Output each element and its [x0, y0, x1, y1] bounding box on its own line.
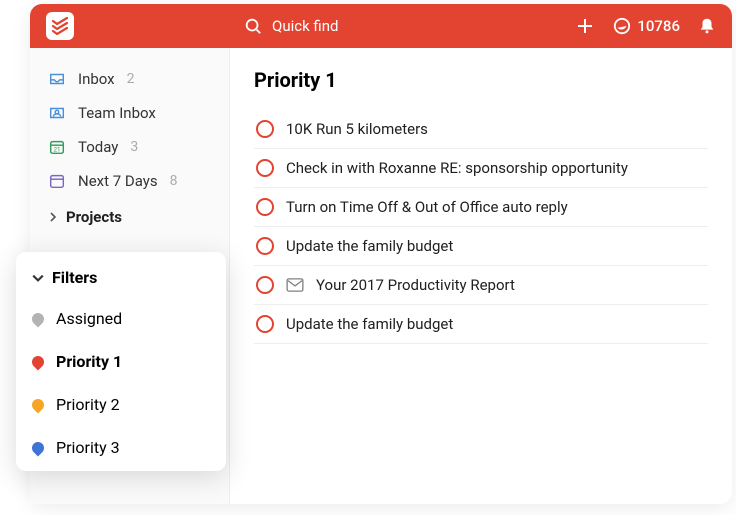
quick-find-placeholder: Quick find [272, 17, 338, 35]
sidebar-item-label: Inbox [78, 70, 115, 88]
filter-label: Assigned [56, 309, 122, 328]
filter-label: Priority 3 [56, 438, 120, 457]
calendar-icon [48, 172, 66, 190]
sidebar-item-today[interactable]: 21 Today 3 [30, 130, 229, 164]
task-checkbox[interactable] [256, 315, 274, 333]
task-checkbox[interactable] [256, 120, 274, 138]
task-title: Update the family budget [286, 237, 453, 255]
sidebar-item-count: 8 [170, 173, 178, 189]
task-checkbox[interactable] [256, 237, 274, 255]
svg-text:21: 21 [53, 146, 60, 154]
sidebar-item-label: Next 7 Days [78, 172, 158, 190]
task-row[interactable]: Turn on Time Off & Out of Office auto re… [254, 188, 708, 227]
task-checkbox[interactable] [256, 159, 274, 177]
task-checkbox[interactable] [256, 276, 274, 294]
filter-item-priority-1[interactable]: Priority 1 [16, 340, 226, 383]
task-row[interactable]: Your 2017 Productivity Report [254, 266, 708, 305]
notifications-icon[interactable] [698, 17, 716, 35]
task-row[interactable]: Update the family budget [254, 227, 708, 266]
filter-item-assigned[interactable]: Assigned [16, 297, 226, 340]
drop-icon [30, 439, 47, 456]
page-title: Priority 1 [254, 68, 708, 92]
sidebar-section-projects[interactable]: Projects [30, 198, 229, 234]
drop-icon [30, 396, 47, 413]
sidebar-item-team-inbox[interactable]: Team Inbox [30, 96, 229, 130]
task-list: 10K Run 5 kilometers Check in with Roxann… [254, 110, 708, 344]
filter-item-priority-3[interactable]: Priority 3 [16, 426, 226, 469]
search-icon [244, 17, 262, 35]
task-title: Check in with Roxanne RE: sponsorship op… [286, 159, 628, 177]
task-title: Turn on Time Off & Out of Office auto re… [286, 198, 568, 216]
filter-item-priority-2[interactable]: Priority 2 [16, 383, 226, 426]
filters-heading: Filters [52, 268, 97, 287]
chevron-right-icon [48, 212, 58, 222]
task-title: Update the family budget [286, 315, 453, 333]
task-row[interactable]: 10K Run 5 kilometers [254, 110, 708, 149]
mail-icon [286, 278, 304, 292]
sidebar-item-inbox[interactable]: Inbox 2 [30, 62, 229, 96]
sidebar-item-count: 2 [127, 71, 135, 87]
quick-find[interactable]: Quick find [244, 17, 575, 35]
todoist-icon [51, 17, 69, 35]
top-actions: 10786 [575, 16, 716, 36]
sidebar-item-label: Today [78, 138, 118, 156]
sidebar-item-label: Team Inbox [78, 104, 156, 122]
inbox-icon [48, 70, 66, 88]
sidebar-item-next7days[interactable]: Next 7 Days 8 [30, 164, 229, 198]
filter-label: Priority 2 [56, 395, 120, 414]
chevron-down-icon [32, 272, 44, 284]
add-task-icon[interactable] [575, 16, 595, 36]
team-inbox-icon [48, 104, 66, 122]
drop-icon [30, 353, 47, 370]
main-content: Priority 1 10K Run 5 kilometers Check in … [230, 48, 732, 504]
sidebar-item-count: 3 [130, 139, 138, 155]
projects-label: Projects [66, 208, 122, 226]
filter-label: Priority 1 [56, 352, 122, 371]
drop-icon [30, 310, 47, 327]
topbar: Quick find 10786 [30, 4, 732, 48]
karma-icon [613, 17, 631, 35]
task-title: Your 2017 Productivity Report [316, 276, 515, 294]
task-title: 10K Run 5 kilometers [286, 120, 428, 138]
today-icon: 21 [48, 138, 66, 156]
app-logo[interactable] [46, 12, 74, 40]
karma-points: 10786 [637, 17, 680, 35]
task-row[interactable]: Check in with Roxanne RE: sponsorship op… [254, 149, 708, 188]
filters-popover: Filters Assigned Priority 1 Priority 2 P… [16, 252, 226, 471]
filters-heading-row[interactable]: Filters [16, 258, 226, 297]
task-checkbox[interactable] [256, 198, 274, 216]
karma-score[interactable]: 10786 [613, 17, 680, 35]
task-row[interactable]: Update the family budget [254, 305, 708, 344]
